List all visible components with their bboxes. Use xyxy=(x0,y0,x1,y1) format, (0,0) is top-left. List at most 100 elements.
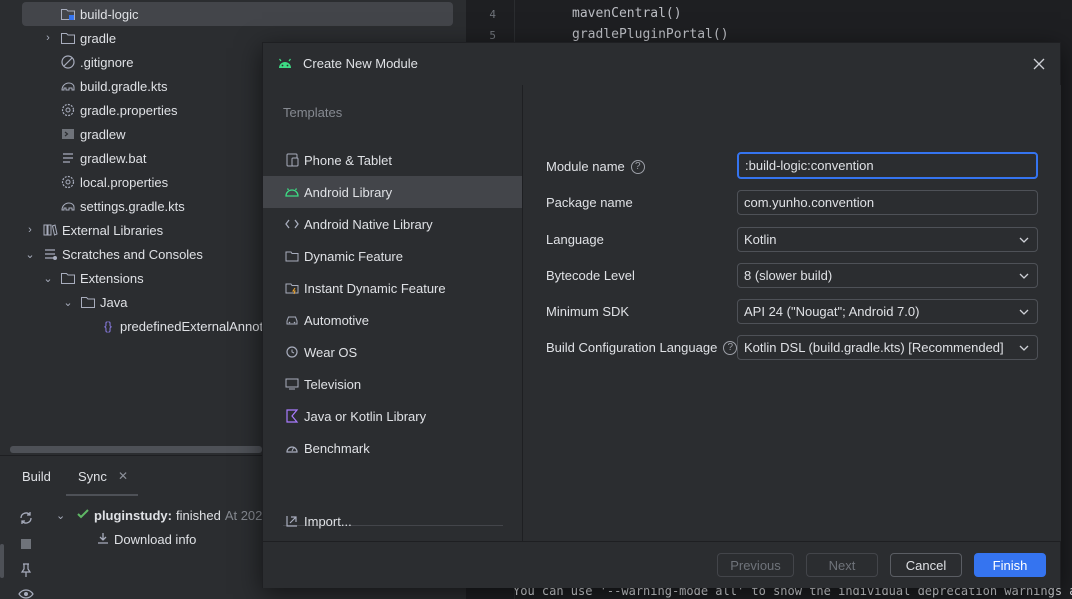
chevron-down-icon[interactable]: ⌄ xyxy=(56,509,72,522)
templates-panel: Templates Phone & Tablet Android Library… xyxy=(263,85,523,541)
tree-item-label: Scratches and Consoles xyxy=(62,246,203,262)
tree-item-external-libraries[interactable]: › External Libraries xyxy=(22,218,163,242)
tree-item-label: gradlew xyxy=(80,126,126,142)
chevron-down-icon xyxy=(1019,237,1029,243)
eye-icon[interactable] xyxy=(18,586,34,599)
bytecode-level-select[interactable]: 8 (slower build) xyxy=(737,263,1038,288)
template-phone-tablet[interactable]: Phone & Tablet xyxy=(263,144,522,176)
android-icon xyxy=(284,184,300,200)
template-label: Wear OS xyxy=(304,344,358,360)
chevron-down-icon[interactable]: ⌄ xyxy=(60,296,76,309)
package-name-label: Package name xyxy=(546,195,633,210)
tab-build[interactable]: Build xyxy=(22,469,51,484)
cancel-button[interactable]: Cancel xyxy=(890,553,962,577)
template-television[interactable]: Television xyxy=(263,368,522,400)
chevron-down-icon xyxy=(1019,345,1029,351)
template-android-library[interactable]: Android Library xyxy=(263,176,522,208)
build-config-language-select[interactable]: Kotlin DSL (build.gradle.kts) [Recommend… xyxy=(737,335,1038,360)
dynamic-feature-icon xyxy=(284,248,300,264)
template-wear-os[interactable]: Wear OS xyxy=(263,336,522,368)
tree-item-gitignore[interactable]: .gitignore xyxy=(60,50,133,74)
language-select[interactable]: Kotlin xyxy=(737,227,1038,252)
tree-item-gradlew[interactable]: gradlew xyxy=(60,122,126,146)
tree-item-label: build-logic xyxy=(80,6,139,22)
chevron-down-icon[interactable]: ⌄ xyxy=(22,248,38,261)
select-value: API 24 ("Nougat"; Android 7.0) xyxy=(744,304,920,319)
chevron-down-icon[interactable]: ⌄ xyxy=(40,272,56,285)
template-benchmark[interactable]: Benchmark xyxy=(263,432,522,464)
scratches-icon xyxy=(42,246,58,262)
tab-sync[interactable]: Sync xyxy=(78,469,107,484)
tree-item-label: settings.gradle.kts xyxy=(80,198,185,214)
build-tree-row[interactable]: ⌄ pluginstudy: finished At 2024- xyxy=(56,507,274,524)
android-logo-icon xyxy=(277,56,293,72)
tree-item-build-gradle-kts[interactable]: build.gradle.kts xyxy=(60,74,167,98)
template-label: Dynamic Feature xyxy=(304,248,403,264)
tree-item-label: build.gradle.kts xyxy=(80,78,168,94)
pin-icon[interactable] xyxy=(18,562,34,578)
library-icon xyxy=(42,222,58,238)
folder-icon xyxy=(60,270,76,286)
tree-item-build-logic[interactable]: build-logic xyxy=(22,2,453,26)
create-new-module-dialog: Create New Module Templates Phone & Tabl… xyxy=(262,42,1061,588)
line-number: 5 xyxy=(489,29,496,42)
module-form: Module name ? Package name Language Kotl… xyxy=(524,85,1061,541)
package-name-field[interactable] xyxy=(737,190,1038,215)
build-status: finished xyxy=(176,508,221,523)
native-library-icon xyxy=(284,216,300,232)
stop-icon[interactable] xyxy=(18,536,34,552)
chevron-right-icon[interactable]: › xyxy=(22,224,38,236)
tree-item-java[interactable]: ⌄ Java xyxy=(60,290,127,314)
template-label: Android Library xyxy=(304,184,393,200)
gauge-icon xyxy=(284,440,300,456)
template-automotive[interactable]: Automotive xyxy=(263,304,522,336)
tree-item-local-properties[interactable]: local.properties xyxy=(60,170,168,194)
build-tree-row[interactable]: Download info xyxy=(96,531,196,548)
template-instant-dynamic-feature[interactable]: Instant Dynamic Feature xyxy=(263,272,522,304)
help-icon[interactable]: ? xyxy=(630,159,645,174)
import-label: Import... xyxy=(304,513,352,529)
template-label: Phone & Tablet xyxy=(304,152,392,168)
sync-icon[interactable] xyxy=(18,510,34,526)
template-dynamic-feature[interactable]: Dynamic Feature xyxy=(263,240,522,272)
import-button[interactable]: Import... xyxy=(263,505,522,537)
template-android-native-library[interactable]: Android Native Library xyxy=(263,208,522,240)
tree-item-gradlew-bat[interactable]: gradlew.bat xyxy=(60,146,147,170)
previous-button[interactable]: Previous xyxy=(717,553,794,577)
minimum-sdk-select[interactable]: API 24 ("Nougat"; Android 7.0) xyxy=(737,299,1038,324)
instant-feature-icon xyxy=(284,280,300,296)
module-name-label: Module name ? xyxy=(546,159,645,174)
tree-item-predefined[interactable]: {} predefinedExternalAnnota xyxy=(100,314,270,338)
tree-item-settings-gradle-kts[interactable]: settings.gradle.kts xyxy=(60,194,185,218)
left-indicator xyxy=(0,544,4,578)
next-button[interactable]: Next xyxy=(806,553,878,577)
finish-button[interactable]: Finish xyxy=(974,553,1046,577)
help-icon[interactable]: ? xyxy=(723,340,738,355)
template-label: Television xyxy=(304,376,362,392)
json-braces-icon: {} xyxy=(103,319,112,333)
select-value: Kotlin xyxy=(744,232,777,247)
chevron-right-icon[interactable]: › xyxy=(40,32,56,44)
tree-item-label: predefinedExternalAnnota xyxy=(120,318,271,334)
tree-item-label: gradle xyxy=(80,30,117,46)
tree-item-gradle-properties[interactable]: gradle.properties xyxy=(60,98,178,122)
tree-item-scratches[interactable]: ⌄ Scratches and Consoles xyxy=(22,242,203,266)
dialog-header: Create New Module xyxy=(263,43,1060,85)
chevron-down-icon xyxy=(1019,273,1029,279)
module-name-field[interactable] xyxy=(737,152,1038,179)
package-name-input[interactable] xyxy=(744,195,1031,210)
close-icon[interactable]: ✕ xyxy=(118,469,128,483)
tree-item-label: External Libraries xyxy=(62,222,164,238)
select-value: Kotlin DSL (build.gradle.kts) [Recommend… xyxy=(744,340,1004,355)
build-config-language-label: Build Configuration Language ? xyxy=(546,340,738,355)
tree-item-gradle[interactable]: › gradle xyxy=(40,26,116,50)
template-java-kotlin-library[interactable]: Java or Kotlin Library xyxy=(263,400,522,432)
terminal-file-icon xyxy=(60,126,76,142)
tree-item-label: local.properties xyxy=(80,174,169,190)
template-label: Android Native Library xyxy=(304,216,433,232)
horizontal-scrollbar[interactable] xyxy=(10,446,262,453)
module-name-input[interactable] xyxy=(745,158,1030,173)
close-icon[interactable] xyxy=(1030,55,1048,73)
dialog-footer: Previous Next Cancel Finish xyxy=(263,541,1060,588)
tree-item-extensions[interactable]: ⌄ Extensions xyxy=(40,266,143,290)
